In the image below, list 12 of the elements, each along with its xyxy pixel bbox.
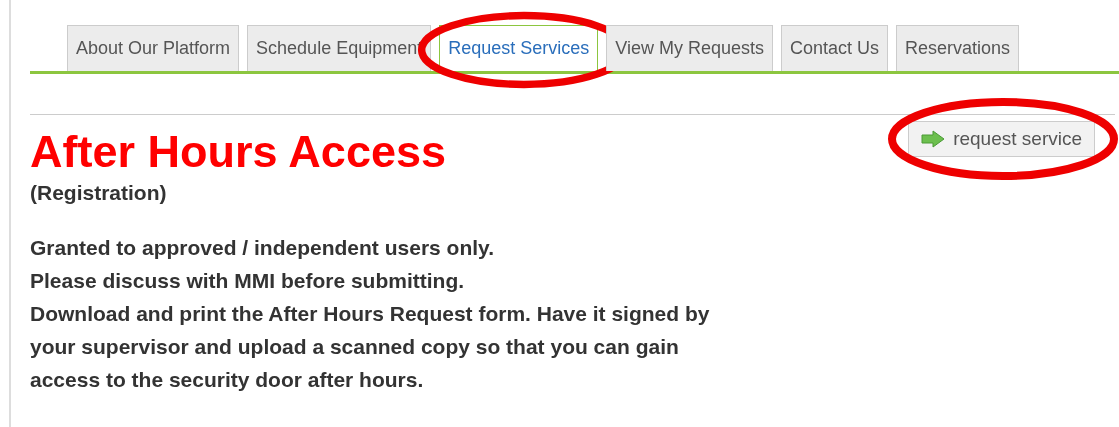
- nav-tab[interactable]: View My Requests: [606, 25, 773, 71]
- subtitle: (Registration): [30, 181, 168, 205]
- paragraph: Download and print the After Hours Request form. Have it signed by your supervisor and upload a scanned copy so that you can gain access to the security door after hours.: [30, 301, 711, 393]
- nav-tab[interactable]: Reservations: [896, 25, 1020, 71]
- arrow-icon: [921, 130, 946, 148]
- page-title: After Hours Access: [30, 125, 446, 179]
- nav-tab[interactable]: Request Services: [439, 25, 599, 71]
- nav-tab[interactable]: About Our Platform: [67, 25, 240, 71]
- request-service-button[interactable]: request service: [908, 121, 1095, 157]
- nav-tab[interactable]: Contact Us: [781, 25, 889, 71]
- paragraph: Please discuss with MMI before submitting.: [30, 268, 466, 294]
- paragraph: Granted to approved / independent users only.: [30, 235, 495, 261]
